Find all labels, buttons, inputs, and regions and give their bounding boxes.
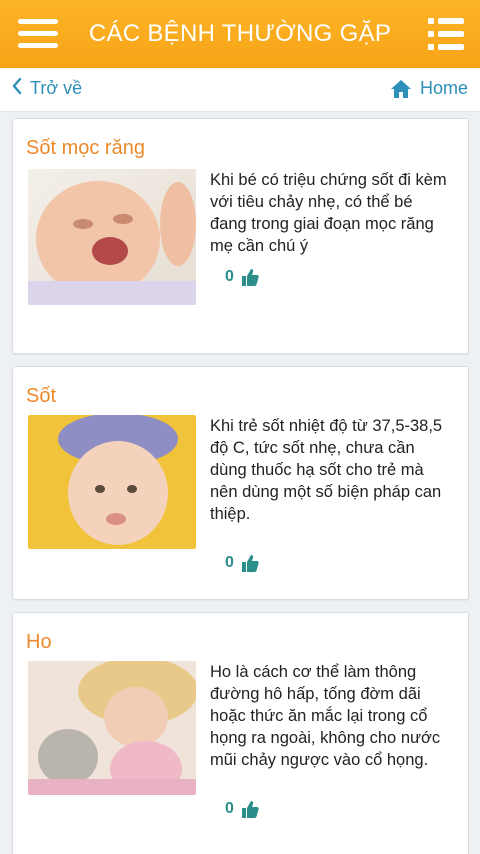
coughing-girl-photo — [28, 661, 196, 795]
like-count: 0 — [225, 268, 234, 285]
like-button[interactable]: 0 — [225, 799, 260, 819]
article-title: Ho — [26, 631, 52, 653]
thumbs-up-icon — [241, 801, 259, 818]
back-label: Trở về — [30, 78, 83, 98]
chevron-left-icon — [12, 77, 22, 99]
list-menu-icon[interactable] — [428, 18, 464, 50]
home-label: Home — [419, 78, 468, 98]
thumbs-up-icon — [241, 555, 259, 572]
article-card[interactable]: Ho Ho là cách cơ thể làm thông đường hô … — [12, 612, 469, 854]
article-description: Ho là cách cơ thể làm thông đường hô hấp… — [210, 663, 441, 769]
baby-with-ice-pack-photo — [28, 415, 196, 549]
article-card[interactable]: Sốt Khi trẻ sốt nhiệt độ từ 37,5-38,5 độ… — [12, 366, 469, 600]
thumbs-up-icon — [241, 269, 259, 286]
like-button[interactable]: 0 — [225, 267, 260, 287]
like-count: 0 — [225, 554, 234, 571]
article-description: Khi bé có triệu chứng sốt đi kèm với tiê… — [210, 171, 447, 255]
home-icon — [390, 79, 411, 98]
hamburger-icon[interactable] — [18, 19, 58, 49]
like-count: 0 — [225, 800, 234, 817]
home-button[interactable]: Home — [390, 78, 468, 99]
app-header: CÁC BỆNH THƯỜNG GẶP — [0, 0, 480, 68]
like-button[interactable]: 0 — [225, 553, 260, 573]
article-card[interactable]: Sốt mọc răng Khi bé có triệu chứng sốt đ… — [12, 118, 469, 354]
article-description: Khi trẻ sốt nhiệt độ từ 37,5-38,5 độ C, … — [210, 417, 443, 523]
page-title: CÁC BỆNH THƯỜNG GẶP — [88, 20, 392, 47]
article-title: Sốt — [26, 385, 57, 407]
nav-bar: Trở về Home — [0, 68, 480, 112]
article-title: Sốt mọc răng — [26, 137, 145, 159]
back-button[interactable]: Trở về — [12, 77, 83, 99]
crying-baby-teething-photo — [28, 169, 196, 305]
article-list: Sốt mọc răng Khi bé có triệu chứng sốt đ… — [0, 112, 480, 854]
